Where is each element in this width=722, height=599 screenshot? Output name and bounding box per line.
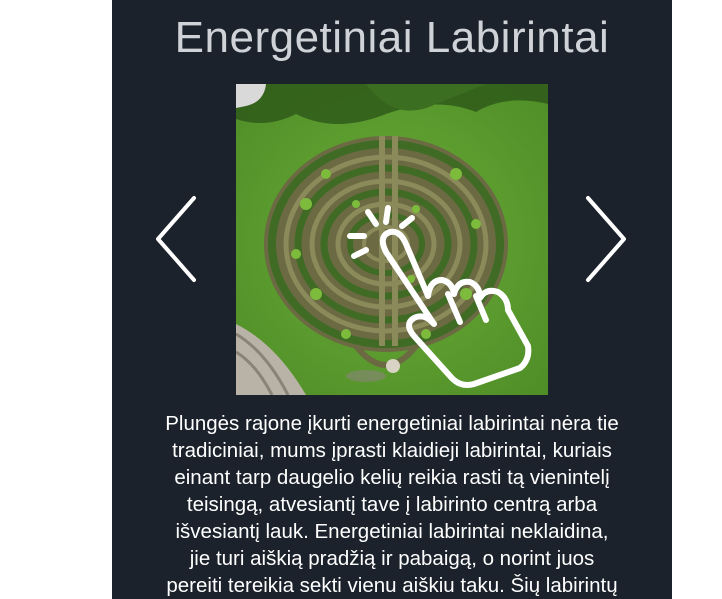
content-panel: Energetiniai Labirintai Plungės rajone į… xyxy=(112,0,672,599)
next-slide-button[interactable] xyxy=(580,194,630,284)
description-line: Plungės rajone įkurti energetiniai labir… xyxy=(165,412,619,435)
labyrinth-photo[interactable] xyxy=(236,84,548,395)
description-line: teisingą, atvesiantį tave į labirinto ce… xyxy=(186,493,598,516)
page-title: Energetiniai Labirintai xyxy=(174,13,610,62)
description-line: pereiti tereikia sekti vienu aiškiu taku… xyxy=(166,574,618,597)
chevron-right-icon xyxy=(586,196,626,282)
description-line: tradiciniai, mums įprasti klaidieji labi… xyxy=(172,439,612,462)
image-slider[interactable] xyxy=(112,84,672,396)
description-line: einant tarp daugelio kelių reikia rasti … xyxy=(174,466,610,489)
chevron-left-icon xyxy=(156,196,196,282)
prev-slide-button[interactable] xyxy=(152,194,202,284)
description-text: Plungės rajone įkurti energetiniai labir… xyxy=(112,410,672,599)
description-line: jie turi aiškią pradžią ir pabaigą, o no… xyxy=(189,547,595,570)
description-line: išvesiantį lauk. Energetiniai labirintai… xyxy=(175,520,609,543)
